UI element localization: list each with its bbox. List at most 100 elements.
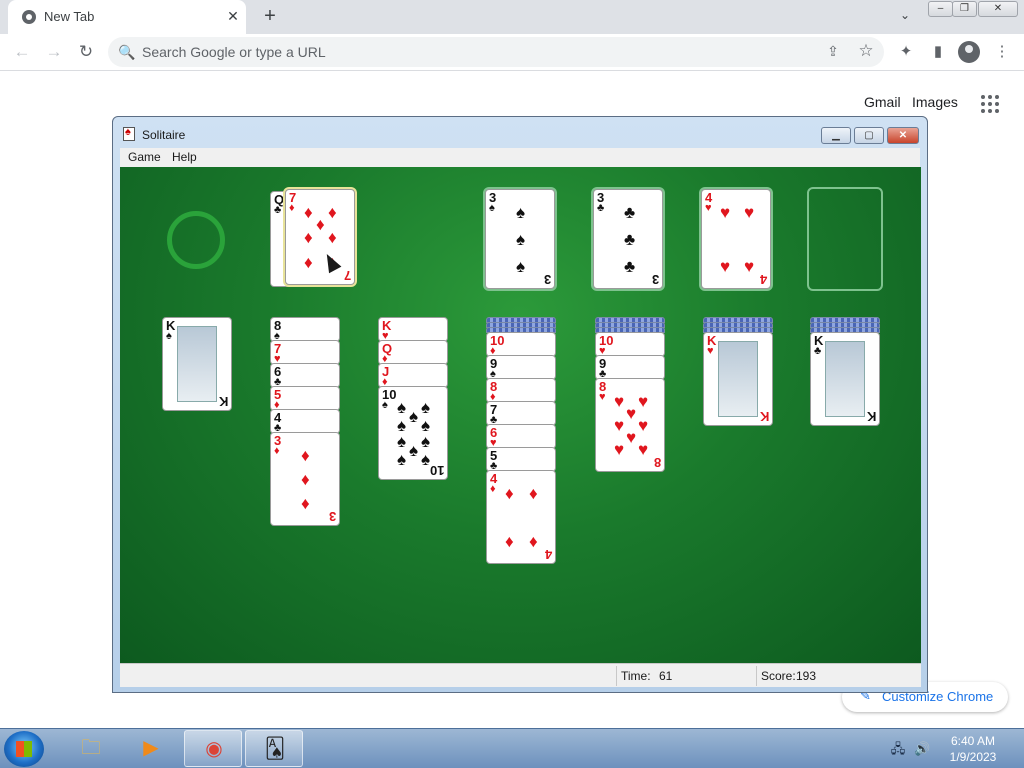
card-pip-icon: ♦	[301, 445, 310, 465]
card-pip-icon: ♥	[638, 440, 649, 460]
card[interactable]: 5 ♦	[270, 386, 340, 411]
restore-window-button[interactable]: ❐	[952, 1, 977, 17]
media-player-icon: ▶	[143, 737, 159, 759]
card-pip-icon: ♠	[421, 415, 431, 435]
card-pip-icon: ♣	[624, 256, 636, 276]
reload-icon[interactable]: ↻	[74, 40, 98, 64]
address-bar-input[interactable]	[142, 37, 802, 67]
card[interactable]: 6 ♣	[270, 363, 340, 388]
solitaire-minimize-button[interactable]: ▁	[821, 127, 851, 144]
share-icon[interactable]: ⇪	[824, 43, 842, 61]
network-icon[interactable]: 🖧	[890, 741, 906, 757]
start-button-windows-icon[interactable]	[4, 731, 44, 767]
stock-recycle-ring-icon[interactable]	[167, 211, 225, 269]
card-pip-icon: ♠	[397, 432, 407, 452]
taskbar-chrome[interactable]: ◉	[184, 730, 242, 767]
card[interactable]: 3 ♦ ♦ ♦ ♦ 3	[270, 432, 340, 526]
card-pip-icon: ♥	[744, 256, 755, 276]
card[interactable]: 9 ♠	[486, 355, 556, 380]
tab-search-chevron-icon[interactable]: ⌄	[896, 8, 914, 26]
tab-new-tab[interactable]: New Tab ✕	[8, 0, 246, 34]
volume-icon[interactable]: 🔊	[914, 741, 930, 757]
taskbar-explorer[interactable]: 🗀	[62, 730, 120, 767]
card-suit-icon: ♣	[814, 345, 822, 357]
card-pip-icon: ♦	[304, 253, 313, 273]
card-rank-corner: 10	[429, 463, 444, 478]
close-window-button[interactable]: ✕	[978, 1, 1018, 17]
card[interactable]: K ♥ K	[703, 332, 773, 426]
card[interactable]: 5 ♣	[486, 447, 556, 472]
gmail-link[interactable]: Gmail	[864, 94, 901, 110]
card-rank-corner: 4	[759, 272, 767, 287]
card-rank-corner: 7	[343, 268, 351, 283]
card[interactable]: 6 ♥	[486, 424, 556, 449]
card-suit-icon: ♦	[490, 483, 496, 495]
time-value: 61	[659, 669, 673, 683]
card[interactable]: K ♥	[378, 317, 448, 342]
card-suit-icon: ♠	[382, 399, 388, 411]
card[interactable]: 10 ♥	[595, 332, 665, 357]
card[interactable]: 4 ♣	[270, 409, 340, 434]
time-label: Time:	[621, 669, 651, 683]
empty-foundation-slot[interactable]	[807, 187, 883, 291]
card[interactable]: J ♦	[378, 363, 448, 388]
bookmark-star-icon[interactable]: ☆	[856, 41, 876, 61]
menu-help[interactable]: Help	[172, 150, 197, 164]
card-rank-corner: K	[218, 394, 228, 409]
card[interactable]: 4 ♦ ♦ ♦ ♦ ♦ 4	[486, 470, 556, 564]
back-arrow-icon[interactable]: ←	[10, 40, 34, 64]
card-pip-icon: ♠	[516, 203, 526, 223]
extensions-puzzle-icon[interactable]: ✦	[895, 41, 917, 63]
solitaire-app-icon	[123, 126, 135, 141]
card-suit-icon: ♥	[705, 202, 712, 214]
solitaire-maximize-button[interactable]: ▢	[854, 127, 884, 144]
side-panel-icon[interactable]: ▮	[927, 41, 949, 63]
menu-game[interactable]: Game	[128, 150, 161, 164]
card[interactable]: 10 ♦	[486, 332, 556, 357]
card-rank-corner: K	[759, 409, 769, 424]
chrome-menu-icon[interactable]: ⋮	[991, 41, 1013, 63]
taskbar-media-player[interactable]: ▶	[122, 730, 180, 767]
card-suit-icon: ♥	[707, 345, 714, 357]
images-link[interactable]: Images	[912, 94, 958, 110]
windows-taskbar: 🗀 ▶ ◉ 🂡 🖧 🔊 6:40 AM 1/9/2023	[0, 728, 1024, 768]
card[interactable]: K ♣ K	[810, 332, 880, 426]
card[interactable]: 8 ♠	[270, 317, 340, 342]
google-apps-grid-icon[interactable]	[981, 95, 999, 113]
card-pip-icon: ♦	[328, 228, 337, 247]
card[interactable]: 7 ♣	[486, 401, 556, 426]
minimize-window-button[interactable]: –	[928, 1, 953, 17]
card[interactable]: Q ♦	[378, 340, 448, 365]
card[interactable]: 4 ♥ ♥ ♥ ♥ ♥ 4	[701, 189, 771, 289]
forward-arrow-icon[interactable]: →	[42, 40, 66, 64]
chrome-favicon-icon	[22, 10, 36, 24]
card[interactable]: 9 ♣	[595, 355, 665, 380]
game-table[interactable]: Q ♣ 7 ♦ ♦ ♦ ♦ ♦ ♦ ♦ ♦ 7 3 ♠ ♠ ♠ ♠ 3 3 ♣ ♣ ♣ ♣ 3 4 ♥ ♥ ♥ ♥ ♥ 4 K ♠ K 8 ♠ 7 ♥ 6 ♣…	[120, 167, 921, 663]
card[interactable]: 8 ♦	[486, 378, 556, 403]
card[interactable]: K ♠ K	[162, 317, 232, 411]
solitaire-statusbar: Time: 61 Score: 193	[120, 663, 921, 687]
card[interactable]: 7 ♥	[270, 340, 340, 365]
profile-avatar-icon[interactable]	[958, 41, 980, 63]
score-value: 193	[796, 669, 817, 683]
taskbar-solitaire[interactable]: 🂡	[245, 730, 303, 767]
card-suit-icon: ♦	[274, 445, 280, 457]
card[interactable]: 8 ♥ ♥ ♥ ♥ ♥ ♥ ♥ ♥ ♥ 8	[595, 378, 665, 472]
score-label: Score:	[761, 669, 796, 683]
card-pip-icon: ♦	[505, 532, 514, 552]
card-pip-icon: ♥	[626, 428, 637, 448]
solitaire-close-button[interactable]: ✕	[887, 127, 919, 144]
browser-toolbar: ← → ↻ 🔍 ⇪ ☆ ✦ ▮ ⋮	[0, 34, 1024, 71]
clock-date: 1/9/2023	[949, 750, 997, 764]
omnibox[interactable]: 🔍 ⇪ ☆	[108, 37, 884, 67]
tab-close-icon[interactable]: ✕	[224, 6, 242, 26]
card[interactable]: 7 ♦ ♦ ♦ ♦ ♦ ♦ ♦ ♦ 7	[285, 189, 355, 285]
solitaire-menubar: Game Help	[120, 148, 920, 167]
card-pip-icon: ♥	[626, 403, 637, 423]
card[interactable]: 3 ♣ ♣ ♣ ♣ 3	[593, 189, 663, 289]
taskbar-clock[interactable]: 6:40 AM 1/9/2023	[944, 733, 1002, 765]
card-pip-icon: ♠	[421, 432, 431, 452]
new-tab-button[interactable]: +	[258, 4, 282, 28]
card[interactable]: 10 ♠ ♠ ♠ ♠ ♠ ♠ ♠ ♠ ♠ ♠ ♠ 10	[378, 386, 448, 480]
card[interactable]: 3 ♠ ♠ ♠ ♠ 3	[485, 189, 555, 289]
